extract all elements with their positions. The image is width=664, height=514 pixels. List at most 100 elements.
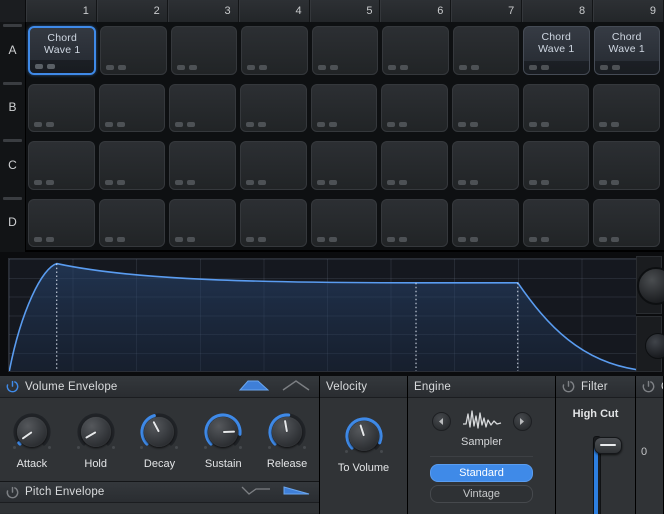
cell-dot-1[interactable] (387, 237, 396, 242)
cell-dot-2[interactable] (329, 64, 338, 70)
high-cut-slider[interactable] (556, 430, 635, 514)
cell-indicator-dots[interactable] (176, 64, 197, 70)
cell-dot-1[interactable] (176, 64, 185, 70)
cell-indicator-dots[interactable] (528, 237, 549, 242)
grid-cell-a6[interactable] (382, 26, 449, 75)
cell-dot-1[interactable] (599, 237, 608, 242)
decay-knob[interactable] (139, 412, 179, 452)
grid-cell-b8[interactable] (522, 83, 590, 132)
to-volume-knob[interactable] (344, 416, 384, 456)
partial-power-icon[interactable] (642, 380, 655, 393)
cell-indicator-dots[interactable] (246, 122, 267, 127)
cell-dot-1[interactable] (35, 63, 43, 69)
cell-dot-1[interactable] (34, 237, 42, 242)
grid-cell-c9[interactable] (593, 141, 661, 190)
sustain-knob[interactable] (203, 412, 243, 452)
cell-dot-2[interactable] (116, 179, 125, 185)
cell-dot-2[interactable] (611, 237, 620, 242)
cell-dot-2[interactable] (258, 122, 267, 127)
cell-dot-1[interactable] (528, 237, 537, 242)
cell-indicator-dots[interactable] (316, 237, 337, 242)
cell-dot-1[interactable] (388, 64, 397, 70)
chevron-right-icon[interactable] (512, 412, 532, 431)
cell-dot-1[interactable] (529, 64, 538, 70)
grid-cell-d8[interactable] (522, 198, 590, 247)
cell-dot-2[interactable] (400, 64, 409, 70)
cell-dot-1[interactable] (458, 64, 467, 70)
cell-dot-1[interactable] (599, 179, 608, 185)
cell-dot-2[interactable] (470, 122, 479, 127)
cell-dot-2[interactable] (258, 179, 267, 185)
volume-envelope-power-icon[interactable] (6, 380, 19, 393)
engine-mode-vintage[interactable]: Vintage (430, 485, 533, 503)
grid-cell-b5[interactable] (310, 83, 378, 132)
cell-dot-2[interactable] (399, 237, 408, 242)
cell-indicator-dots[interactable] (458, 237, 479, 242)
column-header-1[interactable]: 1 (26, 0, 97, 22)
release-knob[interactable] (267, 412, 307, 452)
cell-dot-2[interactable] (187, 179, 196, 185)
cell-indicator-dots[interactable] (247, 64, 268, 70)
grid-cell-c8[interactable] (522, 141, 590, 190)
grid-cell-d7[interactable] (452, 198, 519, 247)
cell-dot-1[interactable] (458, 237, 467, 242)
cell-indicator-dots[interactable] (104, 122, 125, 127)
row-label-d[interactable]: D (0, 194, 26, 252)
cell-dot-1[interactable] (104, 179, 113, 185)
cell-indicator-dots[interactable] (34, 122, 54, 127)
cell-dot-2[interactable] (46, 179, 54, 185)
cell-dot-2[interactable] (470, 64, 479, 70)
cell-indicator-dots[interactable] (175, 237, 196, 242)
partial-knob-lower[interactable] (636, 316, 664, 372)
cell-indicator-dots[interactable] (34, 179, 54, 185)
cell-dot-2[interactable] (399, 122, 408, 127)
cell-dot-1[interactable] (246, 179, 255, 185)
grid-cell-a1[interactable]: Chord Wave 1 (28, 26, 97, 75)
cell-indicator-dots[interactable] (34, 237, 54, 242)
cell-dot-2[interactable] (259, 64, 268, 70)
cell-dot-2[interactable] (541, 64, 550, 70)
cell-indicator-dots[interactable] (599, 122, 620, 127)
cell-indicator-dots[interactable] (387, 237, 408, 242)
cell-dot-2[interactable] (328, 237, 337, 242)
cell-dot-2[interactable] (540, 179, 549, 185)
engine-mode-standard[interactable]: Standard (430, 464, 533, 482)
cell-dot-1[interactable] (175, 179, 184, 185)
grid-cell-a4[interactable] (241, 26, 308, 75)
cell-indicator-dots[interactable] (458, 122, 479, 127)
cell-indicator-dots[interactable] (316, 122, 337, 127)
grid-cell-a9[interactable]: Chord Wave 1 (593, 26, 660, 75)
column-header-4[interactable]: 4 (238, 0, 310, 22)
cell-dot-1[interactable] (175, 122, 184, 127)
cell-dot-1[interactable] (599, 122, 608, 127)
grid-cell-b6[interactable] (381, 83, 449, 132)
cell-dot-1[interactable] (317, 64, 326, 70)
row-label-a[interactable]: A (0, 22, 26, 80)
cell-dot-2[interactable] (46, 237, 54, 242)
cell-dot-2[interactable] (328, 122, 337, 127)
grid-cell-a8[interactable]: Chord Wave 1 (523, 26, 590, 75)
cell-indicator-dots[interactable] (599, 179, 620, 185)
cell-dot-1[interactable] (387, 122, 396, 127)
cell-indicator-dots[interactable] (175, 122, 196, 127)
grid-cell-b9[interactable] (593, 83, 661, 132)
cell-dot-1[interactable] (246, 122, 255, 127)
pitch-envelope-header[interactable]: Pitch Envelope (0, 481, 319, 503)
column-header-2[interactable]: 2 (96, 0, 168, 22)
grid-cell-d2[interactable] (98, 198, 166, 247)
cell-dot-1[interactable] (316, 122, 325, 127)
cell-dot-1[interactable] (247, 64, 256, 70)
grid-cell-a5[interactable] (311, 26, 379, 75)
cell-dot-2[interactable] (611, 122, 620, 127)
cell-dot-1[interactable] (34, 179, 42, 185)
cell-indicator-dots[interactable] (458, 64, 479, 70)
cell-indicator-dots[interactable] (175, 179, 196, 185)
grid-cell-d6[interactable] (381, 198, 449, 247)
cell-indicator-dots[interactable] (458, 179, 479, 185)
column-header-9[interactable]: 9 (593, 0, 664, 22)
grid-cell-c4[interactable] (240, 141, 307, 190)
cell-indicator-dots[interactable] (104, 237, 125, 242)
cell-indicator-dots[interactable] (246, 237, 267, 242)
column-header-6[interactable]: 6 (380, 0, 452, 22)
grid-cell-c7[interactable] (452, 141, 519, 190)
